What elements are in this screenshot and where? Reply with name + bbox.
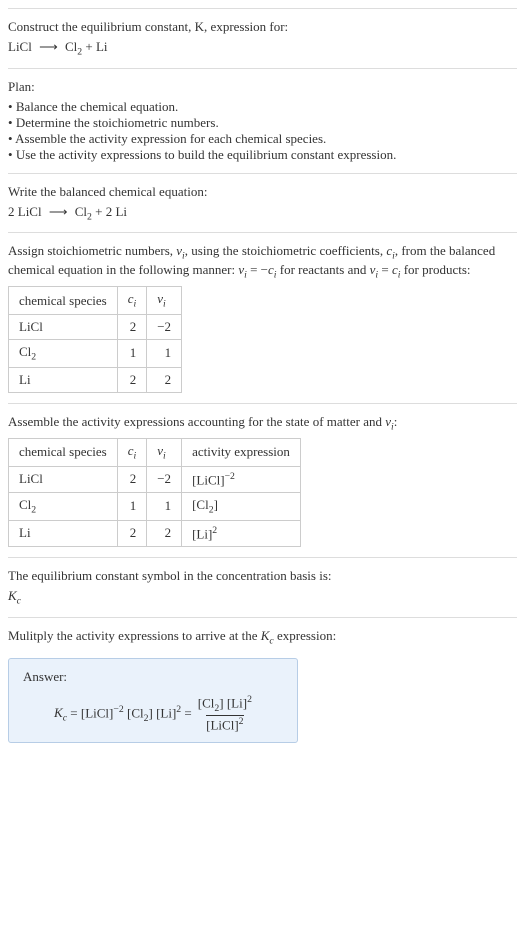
plan-list: Balance the chemical equation. Determine… [8, 99, 517, 163]
table-header-row: chemical species ci νi [9, 287, 182, 315]
balanced-title: Write the balanced chemical equation: [8, 184, 517, 200]
cell-ci: 2 [117, 520, 147, 546]
cell-activity: [Cl2] [182, 493, 301, 521]
answer-box: Answer: Kc = [LiCl]−2 [Cl2] [Li]2 = [Cl2… [8, 658, 298, 743]
table-row: LiCl 2 −2 [9, 314, 182, 339]
col-ci: ci [117, 287, 147, 315]
stoich-table: chemical species ci νi LiCl 2 −2 Cl2 1 1… [8, 286, 182, 392]
cell-ci: 2 [117, 367, 147, 392]
balanced-equation: 2 LiCl ⟶ Cl2 + 2 Li [8, 204, 517, 223]
plan-section: Plan: Balance the chemical equation. Det… [8, 68, 517, 173]
plan-item: Use the activity expressions to build th… [8, 147, 517, 163]
cell-ci: 2 [117, 314, 147, 339]
cell-species: Li [9, 367, 118, 392]
table-row: Cl2 1 1 [Cl2] [9, 493, 301, 521]
cell-ci: 1 [117, 339, 147, 367]
kc-fraction: [Cl2] [Li]2 [LiCl]2 [198, 695, 252, 732]
stoich-intro: Assign stoichiometric numbers, νi, using… [8, 243, 517, 280]
plan-item: Balance the chemical equation. [8, 99, 517, 115]
col-vi: νi [147, 287, 182, 315]
plan-item: Assemble the activity expression for eac… [8, 131, 517, 147]
prompt-text: Construct the equilibrium constant, K, e… [8, 19, 288, 34]
prompt-section: Construct the equilibrium constant, K, e… [8, 8, 517, 68]
kc-expression: Kc = [LiCl]−2 [Cl2] [Li]2 = [Cl2] [Li]2 … [23, 695, 283, 732]
col-ci: ci [117, 439, 147, 467]
multiply-intro: Mulitply the activity expressions to arr… [8, 628, 517, 647]
table-header-row: chemical species ci νi activity expressi… [9, 439, 301, 467]
cell-species: LiCl [9, 314, 118, 339]
kc-symbol: Kc [8, 588, 517, 607]
activity-intro: Assemble the activity expressions accoun… [8, 414, 517, 433]
frac-numerator: [Cl2] [Li]2 [198, 695, 252, 715]
frac-denominator: [LiCl]2 [206, 715, 243, 733]
cell-activity: [LiCl]−2 [182, 466, 301, 492]
col-vi: νi [147, 439, 182, 467]
cell-activity: [Li]2 [182, 520, 301, 546]
table-row: Li 2 2 [Li]2 [9, 520, 301, 546]
cell-vi: −2 [147, 314, 182, 339]
unbalanced-equation: LiCl ⟶ Cl2 + Li [8, 39, 517, 58]
table-row: Li 2 2 [9, 367, 182, 392]
balanced-section: Write the balanced chemical equation: 2 … [8, 173, 517, 233]
activity-section: Assemble the activity expressions accoun… [8, 403, 517, 557]
cell-vi: 2 [147, 520, 182, 546]
activity-table: chemical species ci νi activity expressi… [8, 438, 301, 547]
symbol-intro: The equilibrium constant symbol in the c… [8, 568, 517, 584]
answer-label: Answer: [23, 669, 283, 685]
cell-vi: 1 [147, 339, 182, 367]
col-species: chemical species [9, 287, 118, 315]
kc-lhs: Kc = [LiCl]−2 [Cl2] [Li]2 = [54, 704, 192, 724]
cell-species: Cl2 [9, 493, 118, 521]
stoich-section: Assign stoichiometric numbers, νi, using… [8, 232, 517, 402]
cell-species: Cl2 [9, 339, 118, 367]
cell-species: Li [9, 520, 118, 546]
cell-vi: 1 [147, 493, 182, 521]
plan-item: Determine the stoichiometric numbers. [8, 115, 517, 131]
cell-ci: 2 [117, 466, 147, 492]
plan-title: Plan: [8, 79, 517, 95]
col-species: chemical species [9, 439, 118, 467]
cell-ci: 1 [117, 493, 147, 521]
cell-vi: 2 [147, 367, 182, 392]
cell-species: LiCl [9, 466, 118, 492]
symbol-section: The equilibrium constant symbol in the c… [8, 557, 517, 617]
cell-vi: −2 [147, 466, 182, 492]
prompt-line: Construct the equilibrium constant, K, e… [8, 19, 517, 35]
multiply-section: Mulitply the activity expressions to arr… [8, 617, 517, 754]
table-row: Cl2 1 1 [9, 339, 182, 367]
col-activity: activity expression [182, 439, 301, 467]
table-row: LiCl 2 −2 [LiCl]−2 [9, 466, 301, 492]
